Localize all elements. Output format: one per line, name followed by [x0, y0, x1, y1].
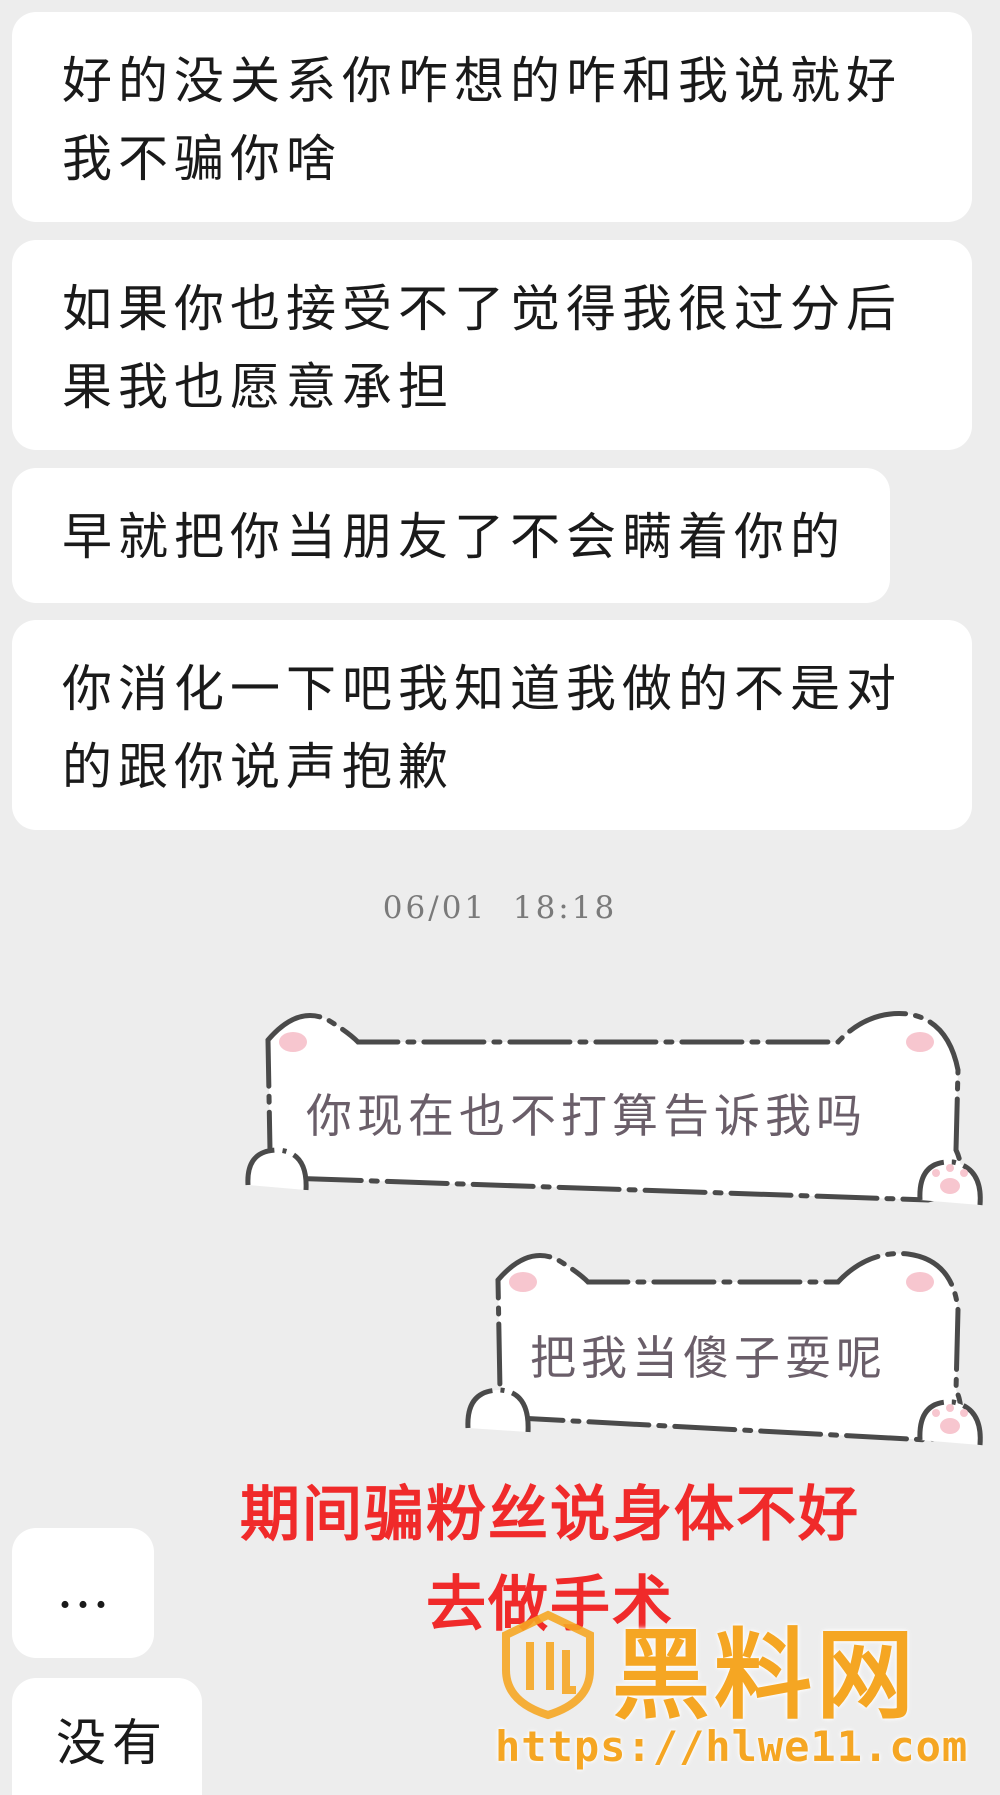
cat-paw-icon — [917, 1159, 983, 1206]
cat-ear-icon — [509, 1272, 537, 1292]
message-text: 早就把你当朋友了不会瞒着你的 — [62, 508, 846, 566]
cat-ear-icon — [906, 1032, 934, 1052]
watermark-logo-icon — [502, 1610, 594, 1720]
message-text: 把我当傻子耍呢 — [530, 1331, 887, 1385]
message-timestamp: 06/01 18:18 — [382, 890, 618, 926]
watermark-name: 黑料网 — [612, 1619, 919, 1733]
message-text: 如果你也接受不了觉得我很过分后果我也愿意承担 — [62, 280, 902, 416]
message-bubble-incoming[interactable]: 如果你也接受不了觉得我很过分后果我也愿意承担 — [12, 240, 972, 450]
message-bubble-incoming[interactable]: 早就把你当朋友了不会瞒着你的 — [12, 468, 890, 603]
message-bubble-outgoing[interactable]: 把我当傻子耍呢 — [458, 1240, 988, 1460]
message-text: 没有 — [56, 1714, 168, 1772]
message-bubble-incoming[interactable]: 没有 — [12, 1678, 202, 1795]
message-text: 你现在也不打算告诉我吗 — [306, 1089, 867, 1143]
message-bubble-incoming[interactable]: 你消化一下吧我知道我做的不是对的跟你说声抱歉 — [12, 620, 972, 830]
watermark-url: https://hlwe11.com — [495, 1722, 969, 1771]
cat-ear-icon — [906, 1272, 934, 1292]
message-bubble-incoming[interactable]: … — [12, 1528, 154, 1658]
message-bubble-outgoing[interactable]: 你现在也不打算告诉我吗 — [228, 1000, 988, 1220]
message-bubble-incoming[interactable]: 好的没关系你咋想的咋和我说就好我不骗你啥 — [12, 12, 972, 222]
cat-paw-icon — [917, 1399, 983, 1446]
message-text: … — [56, 1557, 116, 1620]
message-text: 好的没关系你咋想的咋和我说就好我不骗你啥 — [62, 52, 902, 188]
cat-paw-icon — [465, 1387, 531, 1433]
message-text: 你消化一下吧我知道我做的不是对的跟你说声抱歉 — [62, 660, 902, 796]
cat-paw-icon — [245, 1147, 309, 1191]
cat-ear-icon — [279, 1032, 307, 1052]
